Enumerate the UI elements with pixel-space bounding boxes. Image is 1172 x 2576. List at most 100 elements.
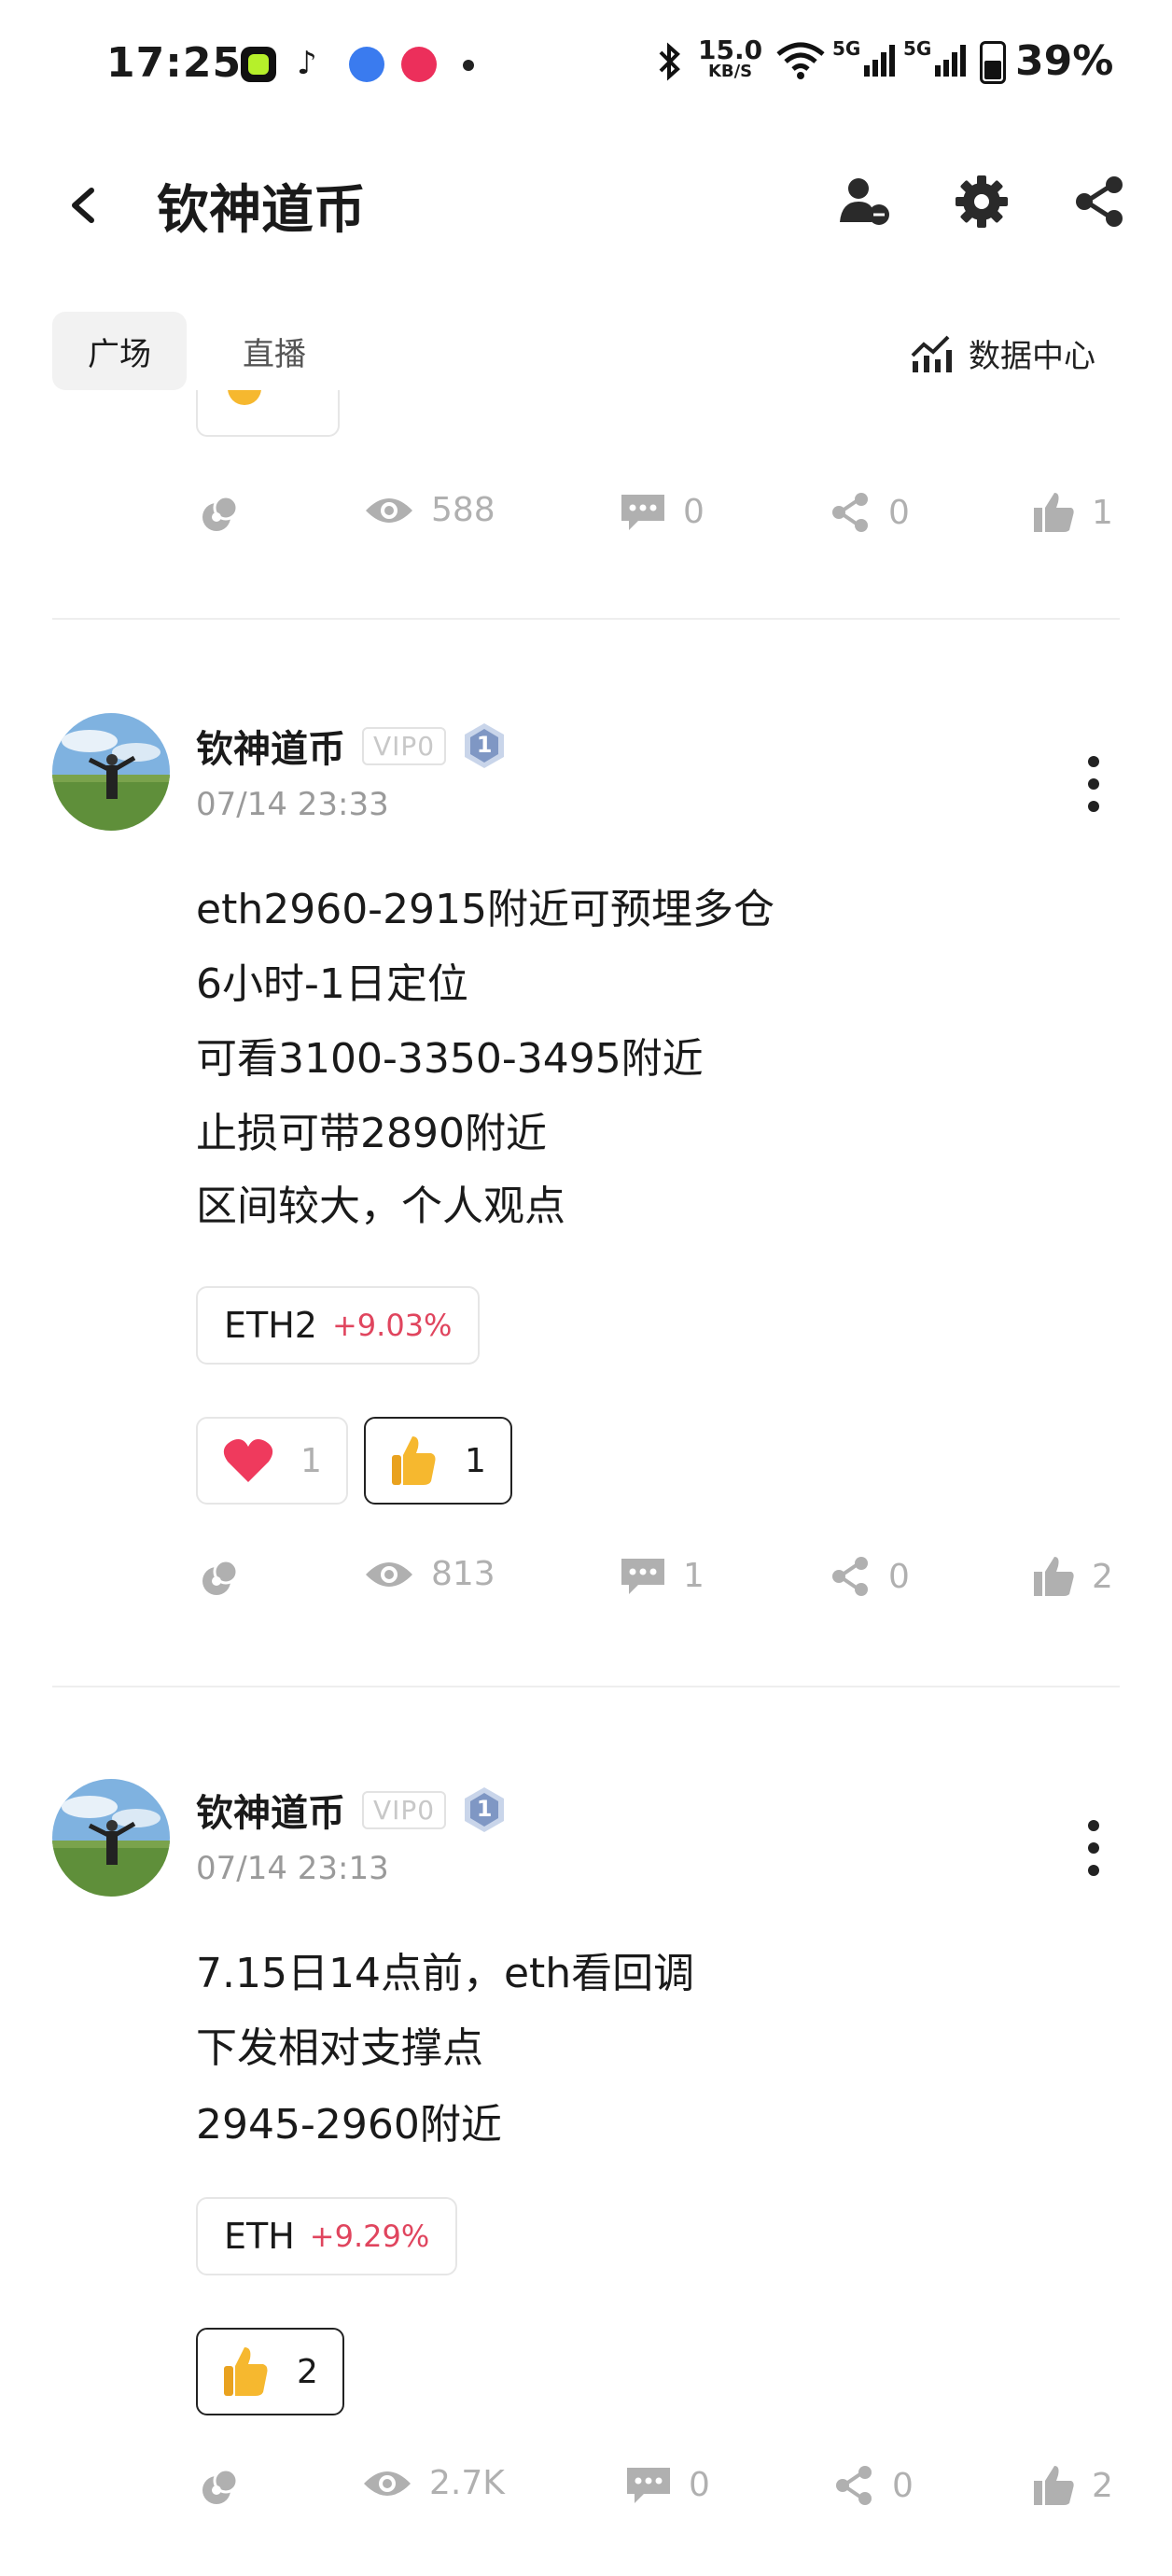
wifi-icon xyxy=(774,39,827,84)
post-text-line: 止损可带2890附近 xyxy=(196,1110,547,1157)
back-button[interactable] xyxy=(56,177,112,233)
status-time: 17:25 xyxy=(106,39,243,87)
comment-button[interactable]: 0 xyxy=(625,2464,710,2505)
vip-badge: VIP0 xyxy=(362,726,447,765)
post-text-line: 区间较大，个人观点 xyxy=(196,1183,565,1230)
author-name[interactable]: 钦神道币 xyxy=(196,1783,345,1837)
views-stat: 2.7K xyxy=(362,2464,505,2502)
data-center-label: 数据中心 xyxy=(969,338,1095,375)
heart-icon xyxy=(223,1439,273,1482)
coin-symbol: ETH2 xyxy=(224,1305,317,1346)
tab-live[interactable]: 直播 xyxy=(207,312,342,390)
comment-icon xyxy=(621,1559,664,1594)
user-icon xyxy=(840,178,889,225)
avatar[interactable] xyxy=(52,713,170,831)
partial-reaction-chip[interactable] xyxy=(196,390,340,437)
comment-icon xyxy=(627,2468,670,2503)
like-count: 2 xyxy=(1092,2466,1113,2505)
comment-count: 0 xyxy=(683,492,705,531)
comment-button[interactable]: 0 xyxy=(620,491,705,532)
post-date: 07/14 23:13 xyxy=(196,1850,389,1887)
comment-icon xyxy=(621,495,664,530)
thumb-reaction[interactable]: 1 xyxy=(364,1417,512,1505)
avatar[interactable] xyxy=(52,1779,170,1897)
link-icon xyxy=(202,2468,239,2504)
level-badge: 1 xyxy=(463,1785,506,1834)
views-count: 813 xyxy=(431,1555,495,1593)
views-stat: 813 xyxy=(364,1555,495,1593)
battery-percent: 39% xyxy=(1015,37,1114,85)
settings-button[interactable] xyxy=(954,174,1010,230)
like-button[interactable]: 2 xyxy=(1032,2464,1113,2507)
coin-symbol: ETH xyxy=(224,2216,295,2257)
coin-change: +9.03% xyxy=(331,1308,453,1343)
eye-icon xyxy=(366,497,412,523)
gear-icon xyxy=(956,175,1008,228)
thumbs-up-emoji-icon xyxy=(392,1436,436,1485)
share-count: 0 xyxy=(888,1557,910,1596)
video-app-icon xyxy=(401,47,437,82)
share-post-button[interactable]: 0 xyxy=(832,2464,914,2507)
signal-icon-2: 5G xyxy=(903,37,969,80)
repost-button[interactable] xyxy=(198,2466,241,2509)
data-center-link[interactable]: 数据中心 xyxy=(909,330,1095,376)
link-icon xyxy=(202,1559,239,1595)
browser-icon xyxy=(349,47,384,82)
comment-count: 0 xyxy=(689,2465,710,2504)
coin-change: +9.29% xyxy=(309,2219,430,2254)
net-speed: 15.0 KB/S xyxy=(698,35,763,81)
thumbs-up-icon xyxy=(1034,1557,1074,1596)
author-row: 钦神道币 VIP0 1 xyxy=(196,1783,506,1837)
bluetooth-icon xyxy=(653,41,685,86)
comment-count: 1 xyxy=(683,1556,705,1595)
comment-button[interactable]: 1 xyxy=(620,1555,705,1596)
share-count: 0 xyxy=(888,493,910,532)
like-button[interactable]: 1 xyxy=(1032,491,1113,534)
more-options-button[interactable] xyxy=(1088,1820,1101,1887)
follow-user-button[interactable] xyxy=(836,174,892,230)
share-button[interactable] xyxy=(1071,174,1127,230)
divider xyxy=(52,618,1120,620)
status-bar: 17:25 ♪ 15.0 KB/S 5G 5G 39% xyxy=(0,0,1172,131)
repost-button[interactable] xyxy=(198,1557,241,1600)
app-icon-green xyxy=(241,47,276,82)
like-count: 1 xyxy=(1092,493,1113,532)
author-name[interactable]: 钦神道币 xyxy=(196,719,345,773)
author-row: 钦神道币 VIP0 1 xyxy=(196,719,506,773)
thumbs-up-icon xyxy=(1034,2466,1074,2505)
vip-badge: VIP0 xyxy=(362,1790,447,1829)
share-icon xyxy=(1076,176,1123,227)
heart-count: 1 xyxy=(300,1441,322,1480)
share-post-button[interactable]: 0 xyxy=(829,1555,910,1598)
coin-tag[interactable]: ETH2 +9.03% xyxy=(196,1286,481,1365)
share-count: 0 xyxy=(892,2466,914,2505)
eye-icon xyxy=(364,2471,411,2496)
more-options-button[interactable] xyxy=(1088,756,1101,823)
repost-button[interactable] xyxy=(198,493,241,536)
views-stat: 588 xyxy=(364,491,495,529)
post-text-line: 2945-2960附近 xyxy=(196,2101,502,2149)
signal-icon-1: 5G xyxy=(832,37,898,80)
post-date: 07/14 23:33 xyxy=(196,786,389,823)
thumb-reaction[interactable]: 2 xyxy=(196,2328,344,2415)
coin-tag[interactable]: ETH +9.29% xyxy=(196,2197,458,2275)
divider xyxy=(52,1686,1120,1687)
eye-icon xyxy=(366,1561,412,1587)
heart-reaction[interactable]: 1 xyxy=(196,1417,348,1505)
like-button[interactable]: 2 xyxy=(1032,1555,1113,1598)
chevron-left-icon xyxy=(72,188,94,223)
views-count: 2.7K xyxy=(429,2464,505,2502)
share-icon xyxy=(832,1557,868,1596)
post-text-line: 下发相对支撑点 xyxy=(196,2024,483,2072)
level-badge: 1 xyxy=(463,721,506,770)
battery-icon xyxy=(980,41,1006,84)
thumbs-up-icon xyxy=(1034,493,1074,532)
thumb-count: 2 xyxy=(297,2352,318,2391)
thumb-count: 1 xyxy=(465,1441,486,1480)
share-icon xyxy=(836,2466,872,2505)
share-post-button[interactable]: 0 xyxy=(829,491,910,534)
tab-square[interactable]: 广场 xyxy=(52,312,187,390)
share-icon xyxy=(832,493,868,532)
page-title: 钦神道币 xyxy=(157,180,366,241)
tiktok-icon: ♪ xyxy=(297,45,317,82)
